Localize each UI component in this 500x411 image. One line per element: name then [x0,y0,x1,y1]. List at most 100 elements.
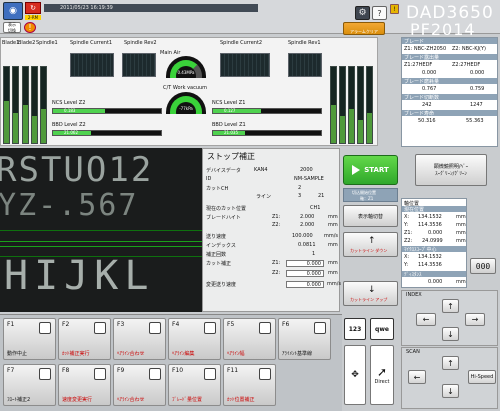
microscope-line2: ｽｰｸﾞﾘｰﾝ/ｸﾞﾘｰﾝ [435,171,467,177]
scan-up-button[interactable]: ↑ [442,356,459,370]
mini-button-line2: 切換 [8,27,16,33]
index-right-button[interactable]: → [465,313,485,326]
sec-blade: ブレード [402,38,497,45]
offset-z2-input[interactable]: 0.000 [286,270,324,277]
alarm-badge-label: 2-RM [25,15,41,20]
axis-y-value: 114.3536 [418,222,442,228]
fkey-function-icon [259,322,271,334]
scan-left-button[interactable]: ← [408,370,426,384]
z2-label: Z2: [272,222,281,228]
fkey-f7-button[interactable]: F7 ﾌﾛｰﾄ補正2 [3,364,56,406]
exposure-z1-value: 0.000 [422,70,437,76]
hi-speed-button[interactable]: Hi-Speed [468,370,496,384]
index-panel: INDEX ↑ ← → ↓ [401,290,498,346]
sec-offset: ﾃﾞｨｽﾀﾝｽ [402,271,466,278]
mini-button-toggle[interactable]: 表示 切換 [3,22,21,33]
settings-icon[interactable]: ⚙ [355,6,370,20]
microscope-line1: 顕微鏡照明/ﾍﾞｰ [433,164,469,170]
feed-speed-row: 送り速度 100.000 mm/s [206,233,338,240]
fkey-function-icon [259,368,271,380]
ncs-level-z1-label: NCS Level Z1 [212,100,246,106]
numeric-keypad-button[interactable]: 123 [344,318,366,340]
z2-blade-height: 2.000 [300,222,315,228]
fkey-label: ﾍｱﾗｲﾝ幅 [227,351,245,357]
right-bar-c [348,66,355,144]
index-left-button[interactable]: ← [416,313,436,326]
start-button[interactable]: START [343,155,398,185]
change-speed-input[interactable]: 0.000 [286,281,324,288]
fkey-label: 速度変更実行 [62,397,93,403]
scan-right-button[interactable]: ↓ [442,384,459,398]
fkey-f6-button[interactable]: F6 ｱﾗｲﾒﾝﾄ基準線 [278,318,331,360]
move-arrows-icon: ✥ [351,370,359,380]
repeat-row: 補正回数 1 [206,251,337,258]
repeat-value: 1 [312,251,316,257]
fkey-f3-button[interactable]: F3 ﾍｱﾗｲﾝ合わせ [113,318,166,360]
fkey-label: 動作中止 [7,351,28,357]
mic-y-label: Y: [404,262,409,268]
fkey-f8-button[interactable]: F8 速度変更実行 [58,364,111,406]
qwerty-keyboard-button[interactable]: qwe [370,318,394,340]
meter-title-sr1: Spindle Rev1 [288,40,321,46]
index-up-button[interactable]: ↑ [442,299,459,313]
fkey-number: F1 [7,321,15,328]
feed-speed-value: 100.000 [292,233,313,239]
index-up-icon: ↑ [447,301,454,311]
wear-z2-value: 0.759 [470,86,485,92]
z1-label: Z1: [272,214,281,220]
status-icon[interactable]: ! [390,4,399,14]
ct-vacuum-value: -77kPa [179,106,193,111]
cutline-up-button[interactable]: ↓ カットライン アップ [343,281,398,306]
fkey-function-icon [39,368,51,380]
fkey-f4-button[interactable]: F4 ﾍｱﾗｲﾝ編集 [168,318,221,360]
help-icon[interactable]: ? [372,6,387,20]
fkey-function-icon [149,322,161,334]
offset-label: カット補正 [206,261,232,267]
spindle-current1-meter [70,53,114,77]
index-value: 0.0811 [298,242,316,248]
meter-title-sc1: Spindle Current1 [70,40,113,46]
fkey-number: F3 [117,321,125,328]
index-right-icon: → [471,315,479,324]
right-bar-e [366,66,373,144]
alarm-badge[interactable]: ↻ [25,2,41,14]
fkey-f2-button[interactable]: F2 ｶｯﾄ補正実行 [58,318,111,360]
wear-z1-value: 0.767 [422,86,437,92]
microscope-light-button[interactable]: 顕微鏡照明/ﾍﾞｰ ｽｰｸﾞﾘｰﾝ/ｸﾞﾘｰﾝ [415,154,487,186]
move-arrows-button[interactable]: ✥ [344,345,366,405]
alarm-indicator-icon[interactable]: ◉ [3,2,23,20]
index-title: INDEX [406,292,422,298]
direct-button[interactable]: ➚ Direct [370,345,394,405]
blade-height-row: ブレードハイト Z1: 2.000 mm Z2: 2.000 mm [206,214,338,230]
fkey-function-icon [314,322,326,334]
offset-z1-input[interactable]: 0.000 [286,260,324,267]
offset-value: 0.000 [428,279,443,285]
axis-z2-label: Z2: [404,238,413,244]
fkey-label: ｱﾗｲﾒﾝﾄ基準線 [282,351,313,357]
fkey-f1-button[interactable]: F1 動作中止 [3,318,56,360]
fkey-label: ﾍｱﾗｲﾝ合わせ [117,397,145,403]
fkey-f11-button[interactable]: F11 ｶｯﾄ位置補正 [223,364,276,406]
cutline-down-button[interactable]: ↑ カットライン ダウン [343,232,398,257]
fkey-f9-button[interactable]: F9 ﾍｱﾗｲﾝ合わせ [113,364,166,406]
axis-z1-label: Z1: [404,230,413,236]
fkey-number: F5 [227,321,235,328]
display-toggle-button[interactable]: 表示軸切替 [343,205,398,227]
life-z1-value: 50.316 [418,118,436,124]
index-down-icon: ↓ [447,329,454,339]
blade-info-panel: ブレード Z1: NBC-ZH2050 Z2: NBC-KJ(Y) ブレード露出… [401,37,498,147]
right-bar-b [339,66,346,144]
axis-position-panel: 軸位置 現在位置 X: 134.1532 mm Y: 114.3536 mm Z… [401,198,467,288]
fkey-f5-button[interactable]: F5 ﾍｱﾗｲﾝ幅 [223,318,276,360]
fkey-f10-button[interactable]: F10 ﾌﾞﾚｰﾄﾞ量位置 [168,364,221,406]
axis-z1-unit: mm [456,230,466,236]
unit-mm-1: mm [328,214,338,220]
blade-height-label: ブレードハイト [206,215,241,221]
alarm-clear-button[interactable]: アラームクリア [343,22,385,35]
axis-z1-value: 0.000 [428,230,443,236]
index-left-icon: ← [422,315,430,324]
counter-button[interactable]: 000 [470,258,496,274]
index-down-button[interactable]: ↓ [442,327,459,341]
sec-current: 現在位置 [402,206,466,213]
warning-icon[interactable]: ! [24,22,36,33]
